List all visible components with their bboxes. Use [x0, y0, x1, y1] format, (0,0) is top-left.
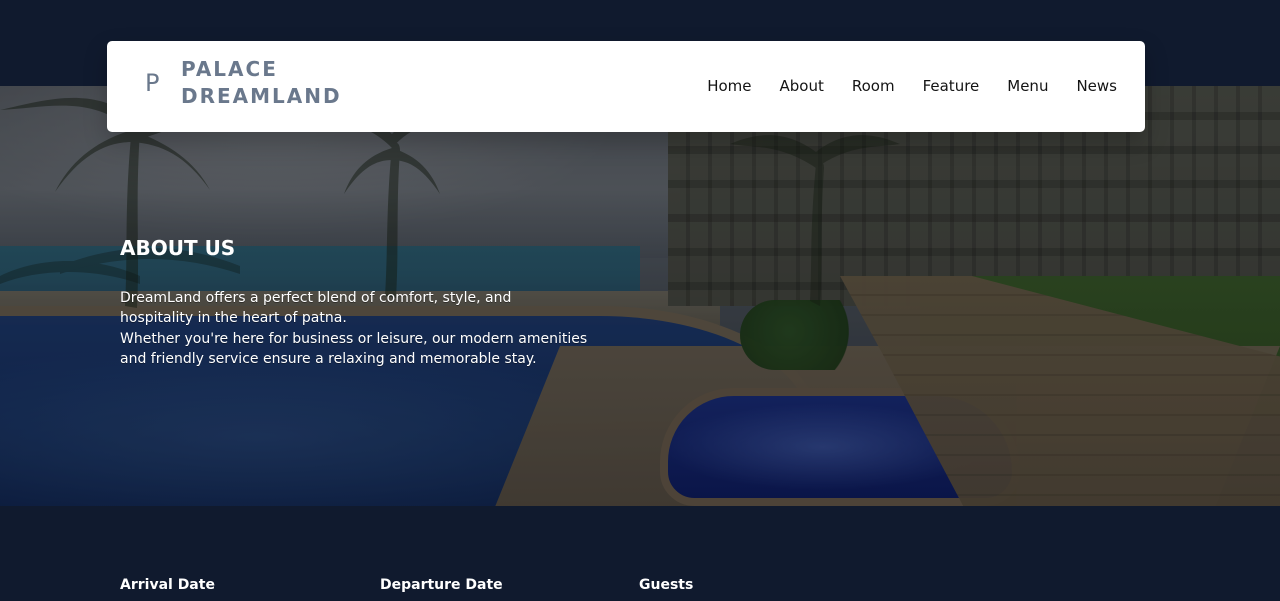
guests-label: Guests [639, 577, 694, 593]
nav-menu[interactable]: Menu [1007, 77, 1048, 95]
about-title: ABOUT US [120, 236, 236, 260]
nav-news[interactable]: News [1076, 77, 1117, 95]
nav-feature[interactable]: Feature [923, 77, 980, 95]
about-section: ABOUT US DreamLand offers a perfect blen… [120, 236, 600, 369]
about-line-2: hospitality in the heart of patna. [120, 310, 347, 327]
about-line-3: Whether you're here for business or leis… [120, 330, 588, 347]
top-nav: Home About Room Feature Menu News [707, 77, 1117, 95]
about-description: DreamLand offers a perfect blend of comf… [120, 288, 600, 369]
header-card: P PALACE DREAMLAND Home About Room Featu… [107, 41, 1145, 132]
brand-name[interactable]: PALACE DREAMLAND [181, 59, 342, 107]
brand-line-2[interactable]: DREAMLAND [181, 86, 342, 107]
nav-about[interactable]: About [780, 77, 824, 95]
about-line-1: DreamLand offers a perfect blend of comf… [120, 290, 512, 306]
brand-line-1[interactable]: PALACE [181, 59, 342, 80]
brand[interactable]: P PALACE DREAMLAND [145, 59, 342, 107]
arrival-date-label: Arrival Date [120, 577, 215, 593]
page: P PALACE DREAMLAND Home About Room Featu… [0, 0, 1280, 601]
departure-date-label: Departure Date [380, 577, 503, 593]
booking-bar: Arrival Date Departure Date Guests [0, 506, 1280, 601]
about-line-4: and friendly service ensure a relaxing a… [120, 350, 537, 367]
nav-room[interactable]: Room [852, 77, 895, 95]
brand-mark[interactable]: P [145, 71, 163, 95]
nav-home[interactable]: Home [707, 77, 751, 95]
